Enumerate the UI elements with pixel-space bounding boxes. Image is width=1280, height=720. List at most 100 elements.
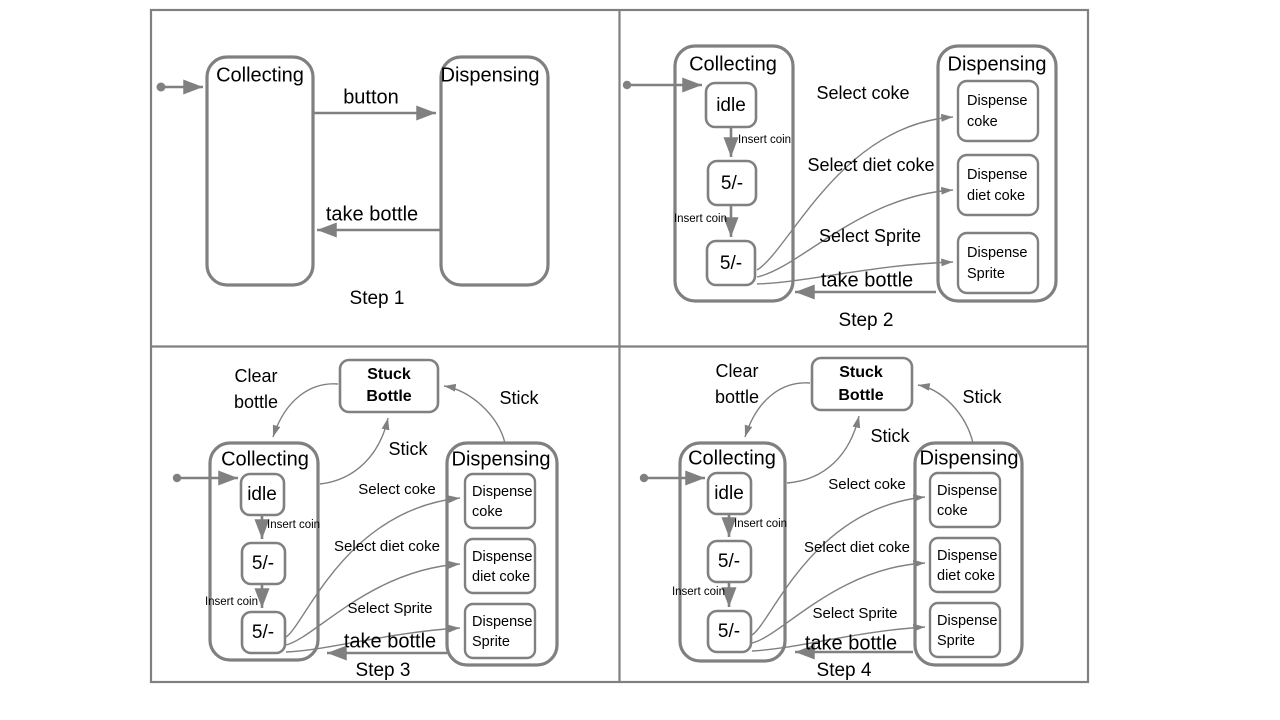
step4-dispense-diet-line2: diet coke xyxy=(937,568,995,584)
step4-transition-insert-coin-1[interactable]: Insert coin xyxy=(721,514,787,538)
step3-state-coin-1[interactable]: 5/- xyxy=(240,541,287,586)
step1-region-collecting[interactable]: Collecting xyxy=(205,55,315,287)
step3-collecting-label: Collecting xyxy=(221,448,309,470)
step3-insert-coin-2-label: Insert coin xyxy=(205,596,258,608)
statechart-figure: Collecting Dispensing button take bottle xyxy=(149,8,1090,684)
step3-dispense-coke-line2: coke xyxy=(472,504,503,520)
step3-idle-label: idle xyxy=(247,484,277,505)
step4-transition-clear-bottle[interactable]: Clear bottle xyxy=(715,361,811,438)
step4-state-coin-2[interactable]: 5/- xyxy=(706,609,753,654)
step3-state-idle[interactable]: idle xyxy=(239,472,286,517)
step3-state-stuck-bottle[interactable]: Stuck Bottle xyxy=(338,358,440,414)
step4-select-coke-label: Select coke xyxy=(828,476,906,493)
step3-stick-collecting-label: Stick xyxy=(388,439,428,459)
step4-clear-line1: Clear xyxy=(715,361,758,381)
step3-transition-insert-coin-1[interactable]: Insert coin xyxy=(254,515,320,540)
step2-state-dispense-sprite[interactable]: Dispense Sprite xyxy=(956,231,1040,295)
step1-transition-button[interactable]: button xyxy=(313,86,437,121)
step4-coin1-label: 5/- xyxy=(718,551,740,572)
step4-dispense-coke-line2: coke xyxy=(937,503,968,519)
step3-initial-pseudostate xyxy=(172,470,239,486)
step2-transition-take-bottle[interactable]: take bottle xyxy=(794,269,936,300)
step2-transition-insert-coin-2[interactable]: Insert coin xyxy=(674,205,739,238)
step4-state-idle[interactable]: idle xyxy=(706,471,753,516)
step4-idle-label: idle xyxy=(714,483,744,504)
step3-dispense-diet-line1: Dispense xyxy=(472,549,532,565)
step3-transition-select-diet-coke[interactable]: Select diet coke xyxy=(285,538,461,646)
step3-dispense-diet-line2: diet coke xyxy=(472,569,530,585)
step2-state-coin-1[interactable]: 5/- xyxy=(706,159,758,207)
step3-transition-stick-dispensing[interactable]: Stick xyxy=(443,383,539,444)
step3-stick-dispensing-label: Stick xyxy=(499,388,539,408)
step1-dispensing-label: Dispensing xyxy=(441,64,540,86)
panel-step1: Collecting Dispensing button take bottle xyxy=(156,55,550,309)
step2-state-coin-2[interactable]: 5/- xyxy=(705,239,757,287)
step4-stick-collecting-label: Stick xyxy=(870,426,910,446)
step4-stuck-line2: Bottle xyxy=(838,387,883,404)
step4-transition-select-diet-coke[interactable]: Select diet coke xyxy=(751,539,926,644)
step3-state-dispense-coke[interactable]: Dispense coke xyxy=(463,472,537,530)
step4-state-dispense-sprite[interactable]: Dispense Sprite xyxy=(928,601,1002,659)
step4-state-dispense-diet-coke[interactable]: Dispense diet coke xyxy=(928,536,1002,594)
diagram-canvas: Collecting Dispensing button take bottle xyxy=(0,0,1280,720)
step4-caption: Step 4 xyxy=(817,660,872,681)
step3-state-coin-2[interactable]: 5/- xyxy=(240,610,287,655)
step3-select-coke-label: Select coke xyxy=(358,481,436,498)
step2-state-dispense-diet-coke[interactable]: Dispense diet coke xyxy=(956,153,1040,217)
step3-state-dispense-diet-coke[interactable]: Dispense diet coke xyxy=(463,537,537,595)
step4-transition-stick-collecting[interactable]: Stick xyxy=(786,415,910,484)
step2-transition-select-diet-coke[interactable]: Select diet coke xyxy=(756,155,954,278)
step4-state-stuck-bottle[interactable]: Stuck Bottle xyxy=(810,356,914,412)
step2-initial-pseudostate xyxy=(622,77,703,93)
step3-transition-clear-bottle[interactable]: Clear bottle xyxy=(234,366,339,438)
step3-select-diet-coke-label: Select diet coke xyxy=(334,538,440,555)
panel-step3: Stuck Bottle Collecting Dispensing idle xyxy=(172,358,559,681)
step4-transition-take-bottle[interactable]: take bottle xyxy=(794,632,913,660)
step3-clear-line2: bottle xyxy=(234,392,278,412)
step2-collecting-label: Collecting xyxy=(689,53,777,75)
step1-collecting-label: Collecting xyxy=(216,64,304,86)
step2-caption: Step 2 xyxy=(839,310,894,331)
step2-dispense-diet-line1: Dispense xyxy=(967,167,1027,183)
step4-stick-dispensing-label: Stick xyxy=(962,387,1002,407)
step3-transition-insert-coin-2[interactable]: Insert coin xyxy=(205,584,270,608)
step2-insert-coin-2-label: Insert coin xyxy=(674,213,727,225)
step3-state-dispense-sprite[interactable]: Dispense Sprite xyxy=(463,602,537,660)
step2-dispensing-label: Dispensing xyxy=(948,53,1047,75)
step2-state-idle[interactable]: idle xyxy=(704,81,758,129)
step4-select-diet-coke-label: Select diet coke xyxy=(804,539,910,556)
step3-clear-line1: Clear xyxy=(234,366,277,386)
step1-region-dispensing[interactable]: Dispensing xyxy=(439,55,550,287)
step4-take-bottle-label: take bottle xyxy=(805,632,897,654)
step4-dispensing-label: Dispensing xyxy=(920,447,1019,469)
step2-idle-label: idle xyxy=(716,95,746,116)
step3-transition-stick-collecting[interactable]: Stick xyxy=(319,417,428,485)
step1-caption: Step 1 xyxy=(350,288,405,309)
step4-insert-coin-1-label: Insert coin xyxy=(734,518,787,530)
step3-select-sprite-label: Select Sprite xyxy=(347,600,432,617)
step2-transition-insert-coin-1[interactable]: Insert coin xyxy=(723,127,791,158)
step4-stuck-line1: Stuck xyxy=(839,364,883,381)
step4-collecting-label: Collecting xyxy=(688,447,776,469)
step4-state-coin-1[interactable]: 5/- xyxy=(706,539,753,584)
step3-dispensing-label: Dispensing xyxy=(452,448,551,470)
step1-button-label: button xyxy=(343,86,399,108)
step2-dispense-sprite-line1: Dispense xyxy=(967,245,1027,261)
step2-coin2-label: 5/- xyxy=(720,253,742,274)
step2-state-dispense-coke[interactable]: Dispense coke xyxy=(956,79,1040,143)
step3-transition-take-bottle[interactable]: take bottle xyxy=(326,630,447,661)
step2-dispense-sprite-line2: Sprite xyxy=(967,266,1005,282)
step2-coin1-label: 5/- xyxy=(721,173,743,194)
step4-coin2-label: 5/- xyxy=(718,621,740,642)
panel-step4: Stuck Bottle Collecting Dispensing idle xyxy=(639,356,1024,681)
step2-select-diet-coke-label: Select diet coke xyxy=(807,155,934,175)
step4-dispense-coke-line1: Dispense xyxy=(937,483,997,499)
step2-take-bottle-label: take bottle xyxy=(821,269,913,291)
step1-transition-take-bottle[interactable]: take bottle xyxy=(316,203,441,238)
step1-initial-pseudostate xyxy=(156,79,204,95)
step4-transition-stick-dispensing[interactable]: Stick xyxy=(917,383,1002,444)
step3-stuck-line2: Bottle xyxy=(366,388,411,405)
step4-state-dispense-coke[interactable]: Dispense coke xyxy=(928,471,1002,529)
step3-coin1-label: 5/- xyxy=(252,553,274,574)
step3-caption: Step 3 xyxy=(356,660,411,681)
